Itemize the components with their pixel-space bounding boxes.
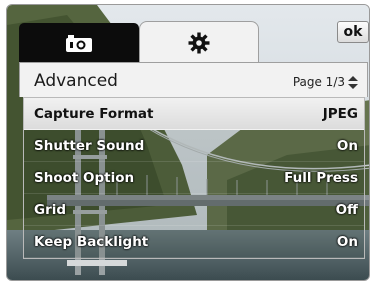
camera-settings-screen: ok Advanced Page 1/3 Capture Format JPEG… xyxy=(6,4,370,281)
up-down-arrows-icon[interactable] xyxy=(348,75,359,89)
menu-item-label: Capture Format xyxy=(34,105,154,122)
menu-item-label: Shutter Sound xyxy=(34,137,145,154)
menu-item-label: Shoot Option xyxy=(34,169,135,186)
settings-panel-header: Advanced Page 1/3 xyxy=(19,62,368,97)
ok-button[interactable]: ok xyxy=(337,21,369,43)
menu-item-shutter-sound[interactable]: Shutter Sound On xyxy=(24,130,364,162)
menu-item-label: Keep Backlight xyxy=(34,233,149,250)
page-indicator[interactable]: Page 1/3 xyxy=(293,75,359,89)
camera-icon xyxy=(66,35,92,52)
tab-settings[interactable] xyxy=(139,21,259,63)
menu-item-keep-backlight[interactable]: Keep Backlight On xyxy=(24,226,364,258)
settings-menu: Capture Format JPEG Shutter Sound On Sho… xyxy=(23,97,365,259)
menu-item-shoot-option[interactable]: Shoot Option Full Press xyxy=(24,162,364,194)
menu-item-label: Grid xyxy=(34,201,67,218)
menu-item-grid[interactable]: Grid Off xyxy=(24,194,364,226)
menu-item-value: On xyxy=(336,137,358,154)
menu-item-capture-format[interactable]: Capture Format JPEG xyxy=(24,98,364,130)
page-label: Page 1/3 xyxy=(292,75,345,89)
panel-title: Advanced xyxy=(34,71,118,91)
tab-camera[interactable] xyxy=(19,23,139,63)
menu-item-value: Off xyxy=(335,201,358,218)
gear-icon xyxy=(188,32,210,53)
menu-item-value: On xyxy=(336,233,358,250)
menu-item-value: Full Press xyxy=(284,169,358,186)
menu-item-value: JPEG xyxy=(322,105,358,122)
